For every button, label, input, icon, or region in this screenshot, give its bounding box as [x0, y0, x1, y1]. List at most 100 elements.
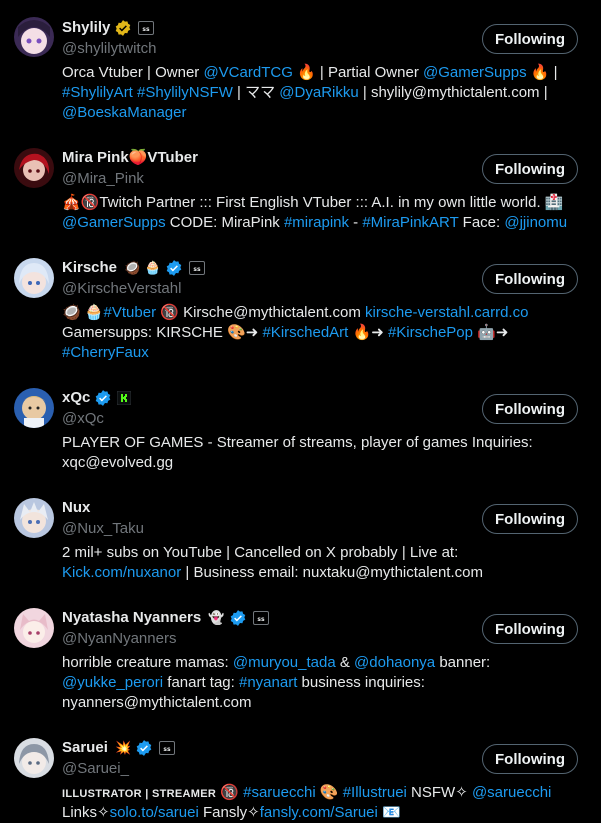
name-line: Shylily ss: [62, 17, 155, 39]
following-button[interactable]: Following: [482, 504, 578, 534]
user-row[interactable]: Kirsche 🥥 🧁 ss @KirscheVerstahl Followin…: [0, 250, 601, 380]
user-row[interactable]: Shylily ss @shylilytwitch Following Orca…: [0, 0, 601, 130]
mention-link[interactable]: @jjinomu: [504, 214, 567, 231]
user-handle[interactable]: @NyanNyanners: [62, 629, 176, 649]
display-name[interactable]: xQc: [62, 388, 90, 408]
url-link[interactable]: kirsche-verstahl.carrd.co: [365, 304, 528, 321]
mention-link[interactable]: @muryou_tada: [233, 654, 336, 671]
following-button[interactable]: Following: [482, 24, 578, 54]
display-name[interactable]: Nyatasha Nyanners 👻: [62, 608, 225, 629]
mention-link[interactable]: @GamerSupps: [62, 214, 166, 231]
user-handle[interactable]: @Nux_Taku: [62, 519, 144, 539]
url-link[interactable]: solo.to/saruei: [110, 804, 199, 821]
user-bio: 2 mil+ subs on YouTube | Cancelled on X …: [62, 543, 582, 583]
user-bio: PLAYER OF GAMES - Streamer of streams, p…: [62, 433, 582, 473]
user-bio: ILLUSTRATOR | STREAMER 🔞 #saruecchi 🎨 #I…: [62, 783, 582, 823]
hashtag-link[interactable]: #ShylilyNSFW: [137, 84, 233, 101]
bio-text: 🔥➜: [348, 324, 388, 341]
mention-link[interactable]: @saruecchi: [472, 784, 551, 801]
user-handle[interactable]: @xQc: [62, 409, 104, 429]
bio-line: PLAYER OF GAMES - Streamer of streams, p…: [62, 433, 582, 453]
hashtag-link[interactable]: #KirschedArt: [262, 324, 348, 341]
bio-text: 🔥 |: [526, 64, 558, 81]
bio-line: nyanners@mythictalent.com: [62, 693, 582, 713]
hashtag-link[interactable]: #nyanart: [239, 674, 297, 691]
bio-text: CODE: MiraPink: [165, 214, 284, 231]
following-button[interactable]: Following: [482, 264, 578, 294]
hashtag-link[interactable]: #Vtuber: [104, 304, 157, 321]
bio-text: &: [335, 654, 355, 671]
name-line: Mira Pink🍑VTuber: [62, 147, 198, 169]
avatar[interactable]: [14, 148, 54, 188]
bio-text: | shylily@mythictalent.com |: [358, 84, 548, 101]
bio-text: 🎨: [315, 784, 343, 801]
mention-link[interactable]: @yukke_perori: [62, 674, 163, 691]
avatar[interactable]: [14, 498, 54, 538]
avatar[interactable]: [14, 388, 54, 428]
bio-text: xqc@evolved.gg: [62, 454, 174, 471]
bio-line: xqc@evolved.gg: [62, 453, 582, 473]
following-button[interactable]: Following: [482, 614, 578, 644]
following-button[interactable]: Following: [482, 744, 578, 774]
user-handle[interactable]: @Saruei_: [62, 759, 129, 779]
user-row[interactable]: xQc @xQc Following PLAYER OF GAMES - Str…: [0, 380, 601, 480]
hashtag-link[interactable]: #saruecchi: [243, 784, 316, 801]
svg-text:ss: ss: [194, 266, 202, 272]
avatar[interactable]: [14, 17, 54, 57]
bio-text: 🔞 Kirsche@mythictalent.com: [156, 304, 366, 321]
hashtag-link[interactable]: #mirapink: [284, 214, 349, 231]
mention-link[interactable]: @BoeskaManager: [62, 104, 186, 121]
following-button[interactable]: Following: [482, 394, 578, 424]
user-row[interactable]: Mira Pink🍑VTuber @Mira_Pink Following 🎪🔞…: [0, 140, 601, 240]
hashtag-link[interactable]: #Illustruei: [343, 784, 407, 801]
hashtag-link[interactable]: #CherryFaux: [62, 344, 149, 361]
display-name[interactable]: Kirsche 🥥 🧁: [62, 258, 161, 279]
blue-verified-icon: [229, 609, 247, 627]
user-handle[interactable]: @shylilytwitch: [62, 39, 156, 59]
affiliate-icon[interactable]: ss: [189, 261, 206, 275]
affiliate-icon[interactable]: ss: [159, 741, 176, 755]
display-name[interactable]: Saruei 💥: [62, 738, 131, 759]
affiliate-icon[interactable]: ss: [138, 21, 155, 35]
user-row[interactable]: Nyatasha Nyanners 👻 ss @NyanNyanners Fol…: [0, 600, 601, 730]
bio-text: 📧: [377, 804, 401, 821]
display-name[interactable]: Nux: [62, 498, 90, 518]
url-link[interactable]: Kick.com/nuxanor: [62, 564, 181, 581]
bio-line: ILLUSTRATOR | STREAMER 🔞 #saruecchi 🎨 #I…: [62, 783, 582, 803]
avatar[interactable]: [14, 258, 54, 298]
hashtag-link[interactable]: #KirschePop: [388, 324, 473, 341]
bio-line: 🎪🔞Twitch Partner ::: First English VTube…: [62, 193, 582, 213]
bio-text: business inquiries:: [297, 674, 425, 691]
url-link[interactable]: fansly.com/Saruei: [260, 804, 378, 821]
bio-line: @BoeskaManager: [62, 103, 582, 123]
bio-text: NSFW✧: [406, 784, 472, 801]
avatar[interactable]: [14, 608, 54, 648]
user-row[interactable]: Saruei 💥 ss @Saruei_ Following ILLUSTRAT…: [0, 730, 601, 821]
mention-link[interactable]: @VCardTCG: [203, 64, 292, 81]
user-row[interactable]: Nux @Nux_Taku Following 2 mil+ subs on Y…: [0, 490, 601, 590]
bio-line: #CherryFaux: [62, 343, 582, 363]
affiliate-icon[interactable]: ss: [252, 611, 269, 625]
user-bio: Orca Vtuber | Owner @VCardTCG 🔥 | Partia…: [62, 63, 582, 123]
display-name[interactable]: Shylily: [62, 18, 110, 38]
mention-link[interactable]: @GamerSupps: [423, 64, 527, 81]
mention-link[interactable]: @DyaRikku: [279, 84, 358, 101]
avatar[interactable]: [14, 738, 54, 778]
bio-text: -: [349, 214, 363, 231]
hashtag-link[interactable]: #ShylilyArt: [62, 84, 133, 101]
user-handle[interactable]: @KirscheVerstahl: [62, 279, 181, 299]
following-button[interactable]: Following: [482, 154, 578, 184]
bio-text: 🥥 🧁: [62, 304, 104, 321]
bio-text: 🤖➜: [473, 324, 509, 341]
mention-link[interactable]: @dohaonya: [354, 654, 435, 671]
hashtag-link[interactable]: #MiraPinkART: [362, 214, 458, 231]
user-bio: horrible creature mamas: @muryou_tada & …: [62, 653, 582, 713]
bio-text: Orca Vtuber | Owner: [62, 64, 204, 81]
kick-icon[interactable]: [117, 391, 132, 405]
display-name[interactable]: Mira Pink🍑VTuber: [62, 148, 198, 168]
user-handle[interactable]: @Mira_Pink: [62, 169, 144, 189]
svg-text:ss: ss: [143, 26, 151, 32]
bio-line: Kick.com/nuxanor | Business email: nuxta…: [62, 563, 582, 583]
bio-text: PLAYER OF GAMES - Streamer of streams, p…: [62, 434, 533, 451]
blue-verified-icon: [135, 739, 153, 757]
